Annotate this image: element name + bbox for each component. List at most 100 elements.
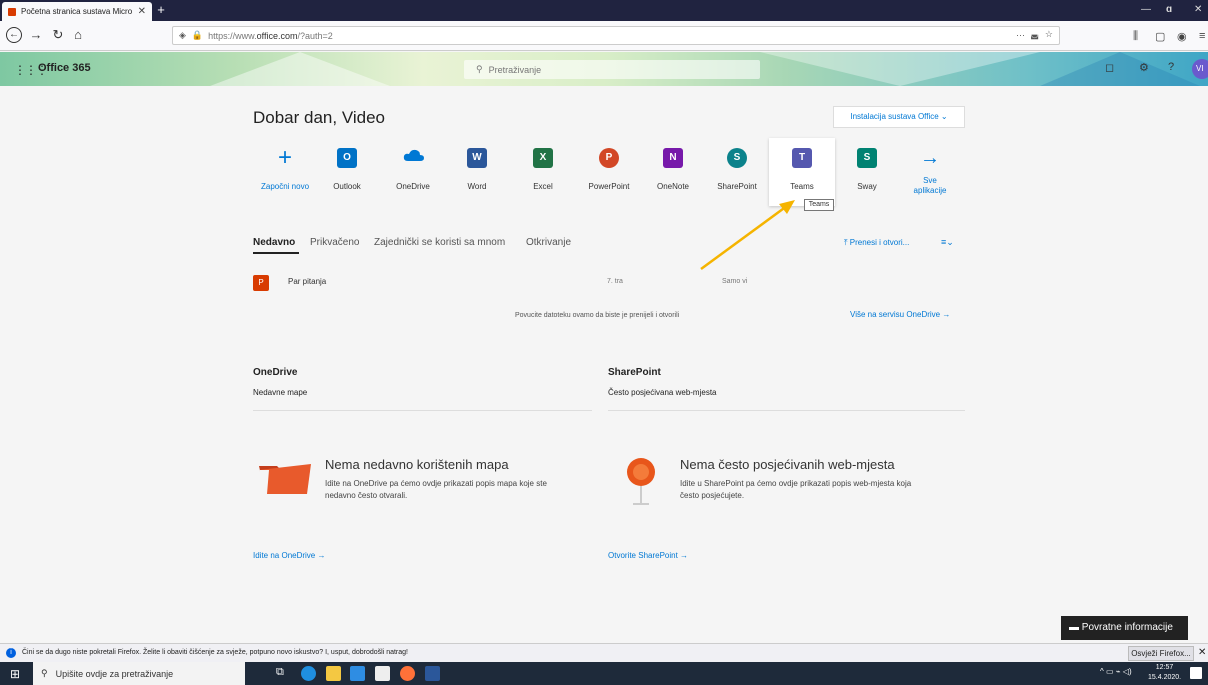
upload-open-button[interactable]: ⤒ Prenesi i otvori... — [844, 238, 909, 248]
store-icon[interactable] — [350, 666, 365, 681]
firefox-info-icon: i — [6, 648, 16, 658]
app-excel[interactable]: X Excel — [510, 138, 576, 206]
sharepoint-illustration-icon — [627, 458, 655, 505]
drop-hint: Povucite datoteku ovamo da biste je pren… — [515, 312, 680, 319]
browser-tab[interactable]: Početna stranica sustava Micro ✕ — [2, 2, 152, 21]
taskbar-search-input[interactable]: ⚲ Upišite ovdje za pretraživanje — [33, 662, 245, 685]
clock-time: 12:57 — [1155, 664, 1174, 671]
divider — [253, 410, 592, 411]
file-name[interactable]: Par pitanja — [288, 277, 326, 286]
app-outlook[interactable]: O Outlook — [314, 138, 380, 206]
sharepoint-empty-text: Idite u SharePoint pa ćemo ovdje prikaza… — [680, 479, 912, 500]
page-actions-icon[interactable]: ··· — [1016, 30, 1025, 40]
sidebar-icon[interactable]: ▢ — [1155, 30, 1165, 43]
windows-start-icon[interactable]: ⊞ — [10, 667, 20, 681]
refresh-firefox-button[interactable]: Osvježi Firefox... — [1128, 646, 1194, 661]
account-icon[interactable]: ◉ — [1177, 30, 1187, 43]
action-center-icon[interactable] — [1190, 667, 1202, 679]
file-date: 7. tra — [607, 278, 623, 285]
sharepoint-empty-title: Nema često posjećivanih web-mjesta — [680, 457, 895, 472]
search-icon: ⚲ — [41, 668, 48, 678]
library-icon[interactable]: ⫼ — [1133, 30, 1138, 43]
office-favicon-icon — [8, 7, 16, 16]
onedrive-section-subtitle: Nedavne mape — [253, 388, 308, 397]
start-new-button[interactable]: + Započni novo — [252, 138, 318, 206]
powerpoint-file-icon: P — [253, 275, 269, 291]
search-input[interactable]: ⚲ Pretraživanje — [464, 60, 760, 79]
search-icon: ⚲ — [476, 64, 483, 74]
file-sharing: Samo vi — [722, 278, 748, 285]
brand-title[interactable]: Office 365 — [38, 62, 91, 74]
new-tab-button[interactable]: + — [154, 2, 168, 18]
taskbar-search-placeholder: Upišite ovdje za pretraživanje — [55, 668, 174, 679]
system-tray-icons[interactable]: ^ ▭ ⌁ ◁) — [1100, 667, 1132, 676]
close-notification-icon[interactable]: ✕ — [1198, 647, 1206, 658]
windows-taskbar: ⊞ ⚲ Upišite ovdje za pretraživanje ⧉ ^ ▭… — [0, 662, 1208, 685]
menu-icon[interactable]: ≡ — [1199, 30, 1205, 42]
onedrive-empty-title: Nema nedavno korištenih mapa — [325, 457, 509, 472]
app-powerpoint[interactable]: P PowerPoint — [576, 138, 642, 206]
install-office-button[interactable]: Instalacija sustava Office ⌄ — [833, 106, 965, 128]
home-icon[interactable]: ⌂ — [70, 27, 86, 43]
tab-pinned[interactable]: Prikvačeno — [310, 237, 359, 248]
go-to-onedrive-link[interactable]: Idite na OneDrive → — [253, 551, 326, 560]
file-row[interactable]: P Par pitanja 7. tra Samo vi — [253, 274, 965, 292]
reload-icon[interactable]: ↻ — [50, 27, 66, 43]
avatar[interactable]: VI — [1192, 59, 1208, 79]
lock-icon: 🔒 — [191, 30, 204, 40]
help-icon[interactable]: ? — [1168, 61, 1174, 73]
shield-icon: ◈ — [179, 30, 186, 40]
word-icon: W — [467, 148, 487, 168]
sort-icon[interactable]: ≡⌄ — [941, 237, 954, 248]
task-view-icon[interactable]: ⧉ — [276, 666, 291, 681]
tab-recent[interactable]: Nedavno — [253, 237, 295, 248]
tab-discover[interactable]: Otkrivanje — [526, 237, 571, 248]
edge-icon[interactable] — [301, 666, 316, 681]
firefox-icon[interactable] — [400, 666, 415, 681]
bookmark-star-icon[interactable]: ☆ — [1045, 29, 1053, 40]
url-prefix: https://www. — [208, 30, 257, 41]
teams-tooltip: Teams — [804, 199, 834, 211]
onedrive-empty-text: Idite na OneDrive pa ćemo ovdje prikazat… — [325, 479, 547, 500]
all-apps-button[interactable]: → Sve aplikacije — [897, 138, 963, 206]
word-taskbar-icon[interactable] — [425, 666, 440, 681]
onedrive-icon — [403, 148, 424, 168]
back-arrow-icon[interactable]: ← — [6, 27, 22, 43]
sharepoint-section-subtitle: Često posjećivana web-mjesta — [608, 388, 717, 397]
browser-tab-bar: Početna stranica sustava Micro ✕ + — ɑ ✕ — [0, 0, 1208, 21]
page-title: Dobar dan, Video — [253, 108, 386, 127]
notification-bell-icon[interactable]: ◻ — [1105, 61, 1114, 74]
close-tab-icon[interactable]: ✕ — [138, 6, 146, 17]
divider — [608, 410, 965, 411]
open-sharepoint-link[interactable]: Otvorite SharePoint → — [608, 551, 688, 560]
arrow-right-icon: → — [920, 147, 940, 169]
onedrive-section-title: OneDrive — [253, 367, 298, 378]
url-path: /?auth=2 — [297, 30, 333, 41]
pocket-icon[interactable]: ◛ — [1030, 29, 1039, 40]
annotation-arrow — [700, 200, 795, 271]
sharepoint-icon: S — [727, 148, 747, 168]
app-sway[interactable]: S Sway — [834, 138, 900, 206]
search-placeholder: Pretraživanje — [488, 64, 542, 75]
sway-icon: S — [857, 148, 877, 168]
url-domain: office.com — [256, 30, 298, 41]
app-word[interactable]: W Word — [444, 138, 510, 206]
feedback-button[interactable]: ▬ Povratne informacije — [1061, 616, 1188, 640]
mail-icon[interactable] — [375, 666, 390, 681]
more-onedrive-link[interactable]: Više na servisu OneDrive → — [850, 310, 950, 319]
restore-icon[interactable]: ɑ — [1166, 4, 1172, 15]
file-explorer-icon[interactable] — [326, 666, 341, 681]
app-onedrive[interactable]: OneDrive — [380, 138, 446, 206]
clock-date: 15.4.2020. — [1148, 674, 1182, 681]
url-bar[interactable]: ◈ 🔒 https://www. office.com/?auth=2 ··· ◛… — [172, 26, 1060, 45]
clock[interactable]: 12:57 15.4.2020. — [1148, 663, 1181, 683]
browser-nav-bar: ← → ↻ ⌂ ◈ 🔒 https://www. office.com/?auth… — [0, 21, 1208, 51]
settings-gear-icon[interactable]: ⚙ — [1139, 61, 1149, 74]
window-close-icon[interactable]: ✕ — [1194, 4, 1202, 15]
forward-arrow-icon[interactable]: → — [28, 27, 44, 43]
plus-icon: + — [277, 144, 292, 171]
teams-icon: T — [792, 148, 812, 168]
tab-shared[interactable]: Zajednički se koristi sa mnom — [374, 237, 505, 248]
notification-text: Čini se da dugo niste pokretali Firefox.… — [22, 649, 408, 656]
minimize-icon[interactable]: — — [1141, 4, 1151, 15]
